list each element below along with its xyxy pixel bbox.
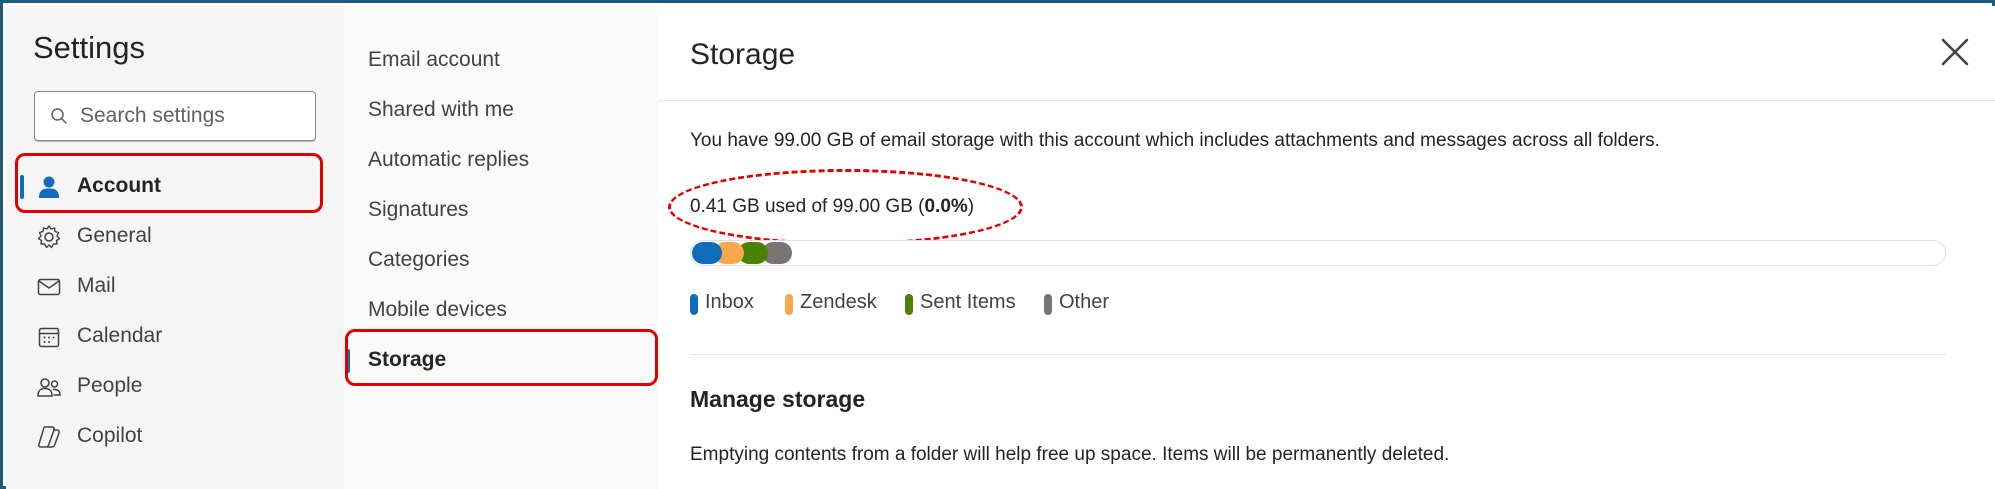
account-subnav-pane: Email account Shared with me Automatic r… xyxy=(344,6,658,489)
subnav-item-label: Signatures xyxy=(368,198,469,221)
panel-header: Storage xyxy=(658,6,1995,101)
subnav-item-label: Shared with me xyxy=(368,98,514,121)
search-box[interactable] xyxy=(34,91,316,141)
subnav-item-automatic-replies[interactable]: Automatic replies xyxy=(344,137,654,183)
nav-item-label: Copilot xyxy=(77,424,143,447)
mail-icon xyxy=(37,278,61,296)
subnav-item-shared-with-me[interactable]: Shared with me xyxy=(344,87,654,133)
settings-window: Settings Account General xyxy=(0,0,1995,489)
storage-usage-bar xyxy=(690,240,1946,266)
people-icon xyxy=(37,378,61,397)
subnav-item-label: Automatic replies xyxy=(368,148,530,171)
manage-storage-description: Emptying contents from a folder will hel… xyxy=(690,444,1450,465)
storage-panel: Storage You have 99.00 GB of email stora… xyxy=(658,6,1995,489)
nav-item-label: General xyxy=(77,224,152,247)
subnav-item-email-account[interactable]: Email account xyxy=(344,37,654,83)
nav-item-label: Mail xyxy=(77,274,116,297)
close-icon[interactable] xyxy=(1937,34,1973,70)
subnav-item-categories[interactable]: Categories xyxy=(344,237,654,283)
usage-annotation-oval xyxy=(668,169,1023,245)
page-title: Storage xyxy=(690,38,796,71)
account-highlight-box xyxy=(15,153,323,213)
settings-nav-pane: Settings Account General xyxy=(6,6,344,489)
subnav-item-mobile-devices[interactable]: Mobile devices xyxy=(344,287,654,333)
legend-label: Other xyxy=(1059,291,1110,313)
legend-label: Sent Items xyxy=(920,291,1016,313)
bar-segment-inbox xyxy=(692,242,722,264)
copilot-icon xyxy=(38,426,60,448)
nav-item-copilot[interactable]: Copilot xyxy=(16,413,326,459)
nav-item-label: Calendar xyxy=(77,324,163,347)
nav-item-label: People xyxy=(77,374,143,397)
nav-item-people[interactable]: People xyxy=(16,363,326,409)
storage-description: You have 99.00 GB of email storage with … xyxy=(690,130,1660,151)
legend-swatch xyxy=(785,294,793,315)
legend-swatch xyxy=(690,294,698,315)
subnav-item-signatures[interactable]: Signatures xyxy=(344,187,654,233)
nav-item-mail[interactable]: Mail xyxy=(16,263,326,309)
calendar-icon xyxy=(38,327,60,348)
storage-highlight-box xyxy=(345,329,658,386)
legend-label: Zendesk xyxy=(800,291,877,313)
legend-swatch xyxy=(1044,294,1052,315)
search-icon xyxy=(51,108,67,124)
subnav-item-label: Email account xyxy=(368,48,500,71)
subnav-item-label: Mobile devices xyxy=(368,298,507,321)
nav-item-calendar[interactable]: Calendar xyxy=(16,313,326,359)
subnav-item-label: Categories xyxy=(368,248,470,271)
gear-icon xyxy=(37,225,61,249)
settings-title: Settings xyxy=(33,30,146,65)
nav-item-general[interactable]: General xyxy=(16,213,326,259)
legend-swatch xyxy=(905,294,913,315)
manage-storage-title: Manage storage xyxy=(690,386,866,412)
legend-label: Inbox xyxy=(705,291,754,313)
search-input[interactable] xyxy=(80,102,305,130)
section-divider xyxy=(690,354,1946,355)
